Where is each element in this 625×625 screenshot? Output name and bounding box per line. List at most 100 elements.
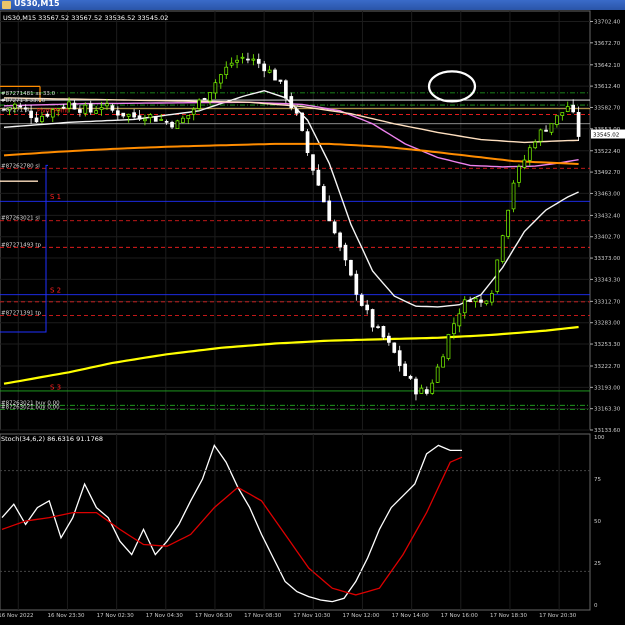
- candle-body: [34, 117, 39, 123]
- candle-body: [338, 232, 342, 248]
- candle-body: [354, 273, 359, 295]
- support-label: S 3: [50, 383, 61, 391]
- x-tick-label: 17 Nov 18:30: [490, 613, 528, 619]
- candle-body: [202, 98, 207, 101]
- candle-body: [213, 82, 218, 94]
- y-tick-label: 33463.00: [594, 191, 621, 197]
- y-tick-label: 33432.40: [594, 213, 621, 219]
- candle-body: [435, 366, 440, 383]
- candle-body: [164, 121, 169, 123]
- candle-body: [267, 69, 272, 73]
- candle-body: [294, 108, 299, 114]
- y-tick-label: 33402.70: [594, 235, 621, 241]
- candle-body: [273, 69, 277, 81]
- candle-body: [495, 259, 500, 292]
- candle-body: [321, 186, 326, 203]
- y-tick-label: 33672.70: [594, 41, 621, 47]
- candle-body: [365, 304, 370, 311]
- candle-body: [143, 118, 147, 122]
- candle-body: [251, 58, 256, 61]
- trade-level-label: #87271391 tp: [1, 311, 42, 317]
- x-tick-label: 17 Nov 04:30: [146, 613, 184, 619]
- stochastic-title: Stoch(34,6,2) 86.6316 91.1768: [1, 435, 103, 443]
- y-tick-label: 33642.10: [594, 63, 621, 69]
- candle-body: [29, 110, 33, 119]
- candle-body: [40, 115, 44, 122]
- x-tick-label: 17 Nov 12:00: [342, 613, 380, 619]
- candle-body: [527, 147, 532, 161]
- candle-body: [235, 59, 239, 63]
- candle-body: [555, 115, 559, 125]
- candle-body: [175, 120, 180, 129]
- candle-body: [343, 244, 348, 261]
- chart-frame: [0, 10, 591, 611]
- stoch-line-main: [1, 443, 462, 603]
- y-tick-label: 33492.70: [594, 170, 621, 176]
- candle-body: [224, 66, 229, 75]
- candle-body: [560, 112, 565, 116]
- chart-canvas[interactable]: #87262780 sl#87263021 sl#87271493 tp#872…: [0, 0, 625, 625]
- x-tick-label: 17 Nov 20:30: [539, 613, 577, 619]
- candle-body: [565, 106, 570, 112]
- candle-body: [327, 200, 332, 222]
- candle-body: [397, 350, 402, 366]
- candle-body: [121, 112, 126, 117]
- candle-body: [88, 103, 93, 113]
- x-tick-label: 17 Nov 08:30: [244, 613, 282, 619]
- candle-body: [170, 121, 174, 128]
- candle-body: [381, 326, 386, 338]
- candle-body: [300, 112, 304, 131]
- candle-body: [349, 259, 353, 276]
- candle-body: [83, 104, 88, 114]
- trade-level-label: #87263021 sl: [1, 216, 40, 222]
- candle-body: [218, 74, 223, 84]
- candle-body: [359, 294, 364, 306]
- candle-body: [45, 113, 50, 117]
- stoch-line-signal: [1, 456, 463, 596]
- x-tick-label: 17 Nov 06:30: [195, 613, 233, 619]
- candle-body: [370, 309, 375, 328]
- candle-body: [473, 298, 478, 302]
- y-tick-label: 33373.00: [594, 256, 621, 262]
- x-tick-label: 16 Nov 2022: [0, 613, 34, 619]
- order-label: #87271 sl: [1, 108, 30, 114]
- stoch-y-tick-label: 100: [594, 435, 605, 441]
- candle-body: [229, 62, 234, 66]
- candle-body: [159, 119, 164, 121]
- candle-body: [110, 105, 115, 111]
- ma-line-yellow-MA: [3, 325, 579, 385]
- candle-body: [408, 375, 413, 379]
- candle-body: [452, 323, 456, 335]
- candle-body: [332, 221, 337, 234]
- candle-body: [197, 99, 201, 109]
- candle-body: [387, 335, 391, 343]
- symbol-info-line: US30,M15 33567.52 33567.52 33536.52 3354…: [3, 14, 168, 22]
- y-tick-label: 33133.60: [594, 428, 621, 434]
- candle-body: [105, 103, 109, 107]
- y-tick-label: 33582.70: [594, 105, 621, 111]
- stoch-y-tick-label: 25: [594, 561, 601, 567]
- candle-body: [538, 129, 543, 142]
- pivot-point-label: Pivot Point: [37, 107, 69, 114]
- support-label: S 2: [50, 287, 61, 295]
- x-tick-label: 17 Nov 10:30: [293, 613, 331, 619]
- candle-body: [441, 356, 445, 368]
- stochastic-lines: [1, 443, 463, 603]
- candle-body: [284, 80, 288, 99]
- candle-body: [94, 110, 98, 114]
- x-tick-label: 17 Nov 16:00: [441, 613, 479, 619]
- candle-body: [479, 299, 483, 303]
- y-tick-label: 33312.70: [594, 299, 621, 305]
- candle-body: [522, 159, 527, 168]
- candle-body: [549, 123, 554, 133]
- candle-body: [424, 389, 429, 394]
- annotations: #87271481 ss 33.0#87271 s 33.00 #87271 sl…: [1, 70, 477, 391]
- candle-body: [153, 116, 158, 122]
- candle-body: [430, 382, 435, 394]
- candle-body: [484, 300, 489, 304]
- y-tick-label: 33253.30: [594, 342, 621, 348]
- support-label: S 1: [50, 193, 61, 201]
- candle-body: [262, 63, 267, 72]
- candle-body: [246, 58, 250, 61]
- candle-body: [311, 154, 315, 171]
